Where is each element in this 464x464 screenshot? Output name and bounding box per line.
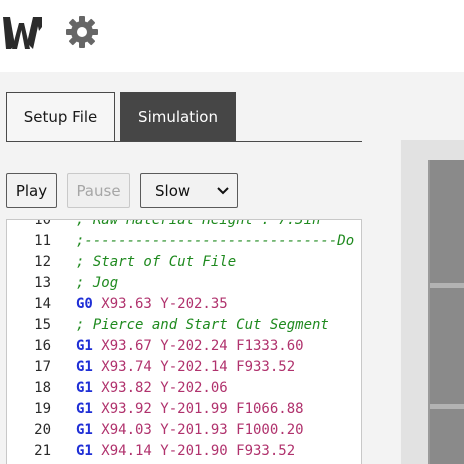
code-text: G1 X93.67 Y-202.24 F1333.60 [76, 336, 304, 357]
code-comment: ; Raw Material Height : 7.3in [76, 219, 321, 228]
code-params: X93.74 Y-202.14 F933.52 [92, 359, 296, 375]
code-params: X93.82 Y-202.06 [92, 380, 228, 396]
gcode-command: G0 [76, 296, 93, 312]
code-comment: ; Start of Cut File [76, 254, 237, 270]
code-text: ; Pierce and Start Cut Segment [76, 315, 329, 336]
play-button[interactable]: Play [6, 173, 57, 208]
code-line: 17 G1 X93.74 Y-202.14 F933.52 [7, 357, 361, 378]
line-number: 16 [34, 338, 51, 354]
tab-simulation[interactable]: Simulation [120, 92, 236, 142]
line-number: 12 [34, 254, 51, 270]
top-bar [0, 0, 464, 72]
tab-setup-file[interactable]: Setup File [6, 92, 115, 142]
gcode-command: G1 [76, 443, 93, 459]
line-number: 10 [34, 219, 51, 228]
code-text: G1 X93.92 Y-201.99 F1066.88 [76, 399, 304, 420]
gcode-command: G1 [76, 401, 93, 417]
line-number: 11 [34, 233, 51, 249]
code-line: 21 G1 X94.14 Y-201.90 F933.52 [7, 441, 361, 462]
line-number: 20 [34, 422, 51, 438]
gcode-command: G1 [76, 380, 93, 396]
code-params: X94.03 Y-201.93 F1000.20 [92, 422, 304, 438]
code-line: 19 G1 X93.92 Y-201.99 F1066.88 [7, 399, 361, 420]
gcode-command: G1 [76, 359, 93, 375]
code-params: X93.67 Y-202.24 F1333.60 [92, 338, 304, 354]
simulation-canvas[interactable] [428, 160, 464, 464]
code-line: 10 ; Raw Material Height : 7.3in [7, 219, 361, 231]
code-text: G1 X93.74 Y-202.14 F933.52 [76, 357, 295, 378]
code-line: 20 G1 X94.03 Y-201.93 F1000.20 [7, 420, 361, 441]
code-params: X94.14 Y-201.90 F933.52 [92, 443, 296, 459]
code-line: 16 G1 X93.67 Y-202.24 F1333.60 [7, 336, 361, 357]
speed-select[interactable]: Slow [140, 173, 238, 208]
code-text: G1 X94.03 Y-201.93 F1000.20 [76, 420, 304, 441]
code-text: G1 X93.82 Y-202.06 [76, 378, 228, 399]
code-line: 15 ; Pierce and Start Cut Segment [7, 315, 361, 336]
simulation-divider [430, 283, 464, 288]
code-line: 11 ;------------------------------Do [7, 231, 361, 252]
code-text: ;------------------------------Do [76, 231, 354, 252]
line-number: 14 [34, 296, 51, 312]
code-text: ; Start of Cut File [76, 252, 236, 273]
code-text: G0 X93.63 Y-202.35 [76, 294, 228, 315]
code-text: G1 X94.14 Y-201.90 F933.52 [76, 441, 295, 462]
simulation-divider [430, 404, 464, 409]
w-logo-icon[interactable] [3, 15, 43, 51]
line-number: 15 [34, 317, 51, 333]
gcode-viewer[interactable]: 10 ; Raw Material Height : 7.3in 11 ;------… [6, 219, 362, 464]
code-comment: ; Jog [76, 275, 119, 291]
line-number: 21 [34, 443, 51, 459]
gcode-command: G1 [76, 422, 93, 438]
tab-divider [6, 141, 362, 142]
code-params: X93.63 Y-202.35 [92, 296, 228, 312]
code-line: 13 ; Jog [7, 273, 361, 294]
code-comment: ;------------------------------Do [76, 233, 355, 249]
code-line: 14 G0 X93.63 Y-202.35 [7, 294, 361, 315]
line-number: 17 [34, 359, 51, 375]
code-line: 12 ; Start of Cut File [7, 252, 361, 273]
line-number: 18 [34, 380, 51, 396]
code-line: 18 G1 X93.82 Y-202.06 [7, 378, 361, 399]
line-number: 19 [34, 401, 51, 417]
pause-button[interactable]: Pause [67, 173, 130, 208]
code-text: ; Jog [76, 273, 118, 294]
line-number: 13 [34, 275, 51, 291]
speed-select-value: Slow [155, 181, 191, 200]
code-comment: ; Pierce and Start Cut Segment [76, 317, 329, 333]
gear-icon[interactable] [64, 14, 100, 50]
code-text: ; Raw Material Height : 7.3in [76, 219, 321, 231]
gcode-command: G1 [76, 338, 93, 354]
code-params: X93.92 Y-201.99 F1066.88 [92, 401, 304, 417]
chevron-down-icon [217, 186, 229, 194]
